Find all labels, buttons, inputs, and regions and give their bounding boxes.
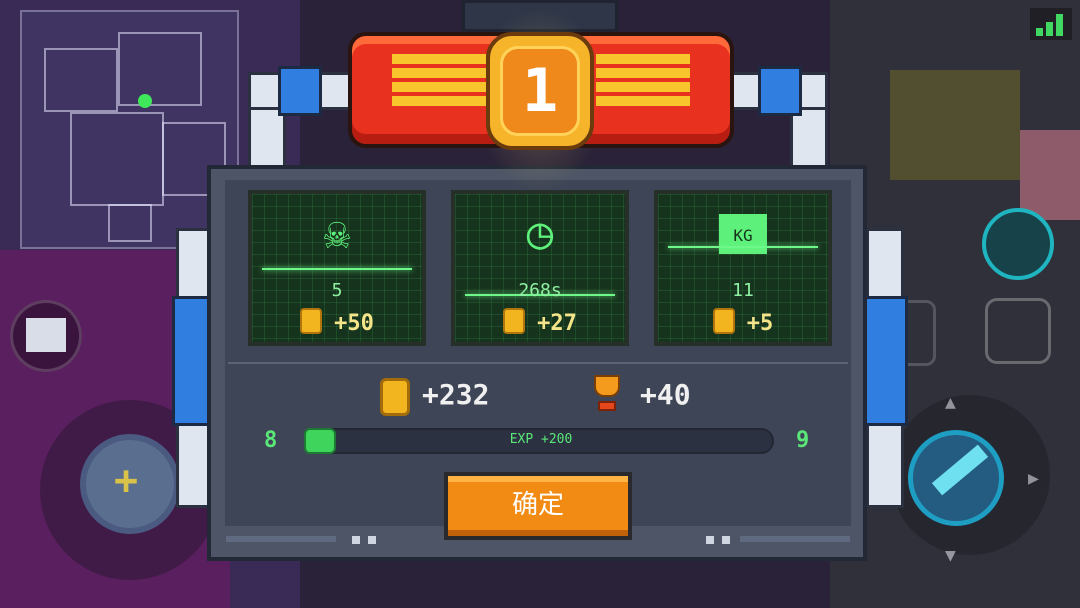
skull-icon: ☠ bbox=[323, 208, 351, 259]
trophy-icon bbox=[588, 375, 626, 415]
rank-number: 1 bbox=[500, 46, 580, 136]
arrow-right-icon: ▶ bbox=[1028, 468, 1039, 489]
confirm-button[interactable]: 确定 bbox=[444, 472, 632, 540]
minimap-player-marker bbox=[138, 94, 152, 108]
panel-trim bbox=[352, 536, 360, 544]
minimap-room bbox=[118, 32, 202, 106]
weight-value: 11 bbox=[732, 280, 754, 301]
coin-icon bbox=[300, 308, 323, 334]
pipe-cap bbox=[862, 296, 908, 426]
chat-icon bbox=[26, 318, 66, 352]
coin-icon bbox=[712, 308, 735, 334]
character-button[interactable] bbox=[982, 208, 1054, 280]
time-reward: +27 bbox=[455, 308, 625, 336]
exp-gain-label: EXP +200 bbox=[509, 432, 573, 447]
pipe-cap bbox=[758, 66, 802, 116]
arrow-up-icon: ▲ bbox=[945, 392, 956, 413]
current-level: 8 bbox=[264, 428, 278, 453]
total-trophies: +40 bbox=[640, 378, 691, 411]
panel-trim bbox=[740, 536, 850, 542]
clock-icon: ◷ bbox=[526, 208, 554, 259]
weight-reward: +5 bbox=[658, 308, 828, 336]
lit-tile bbox=[890, 70, 1020, 180]
pink-wall bbox=[1020, 130, 1080, 220]
scanline bbox=[262, 268, 412, 270]
minimap-room bbox=[44, 48, 118, 112]
minimap-room bbox=[70, 112, 164, 206]
kills-value: 5 bbox=[331, 280, 343, 301]
panel-trim bbox=[706, 536, 714, 544]
right-wing-icon bbox=[596, 54, 690, 64]
time-value: 268s bbox=[518, 280, 562, 301]
left-wing-icon bbox=[392, 54, 486, 64]
kills-reward: +50 bbox=[252, 308, 422, 336]
kills-stat-card: ☠ 5 +50 bbox=[248, 190, 426, 346]
time-stat-card: ◷ 268s +27 bbox=[451, 190, 629, 346]
pipe-cap bbox=[278, 66, 322, 116]
panel-trim bbox=[722, 536, 730, 544]
coin-icon bbox=[380, 378, 410, 416]
coin-icon bbox=[503, 308, 526, 334]
weight-stat-card: KG 11 +5 bbox=[654, 190, 832, 346]
weight-icon: KG bbox=[719, 214, 767, 254]
skill-slot-button[interactable] bbox=[985, 298, 1051, 364]
next-level: 9 bbox=[796, 428, 810, 453]
total-coins: +232 bbox=[422, 378, 490, 411]
arrow-down-icon: ▼ bbox=[945, 545, 956, 566]
panel-trim bbox=[368, 536, 376, 544]
plus-icon: + bbox=[114, 458, 139, 504]
scanline bbox=[668, 246, 818, 248]
panel-trim bbox=[226, 536, 336, 542]
divider bbox=[228, 362, 848, 364]
minimap-room bbox=[108, 204, 152, 242]
signal-icon bbox=[1030, 8, 1072, 40]
